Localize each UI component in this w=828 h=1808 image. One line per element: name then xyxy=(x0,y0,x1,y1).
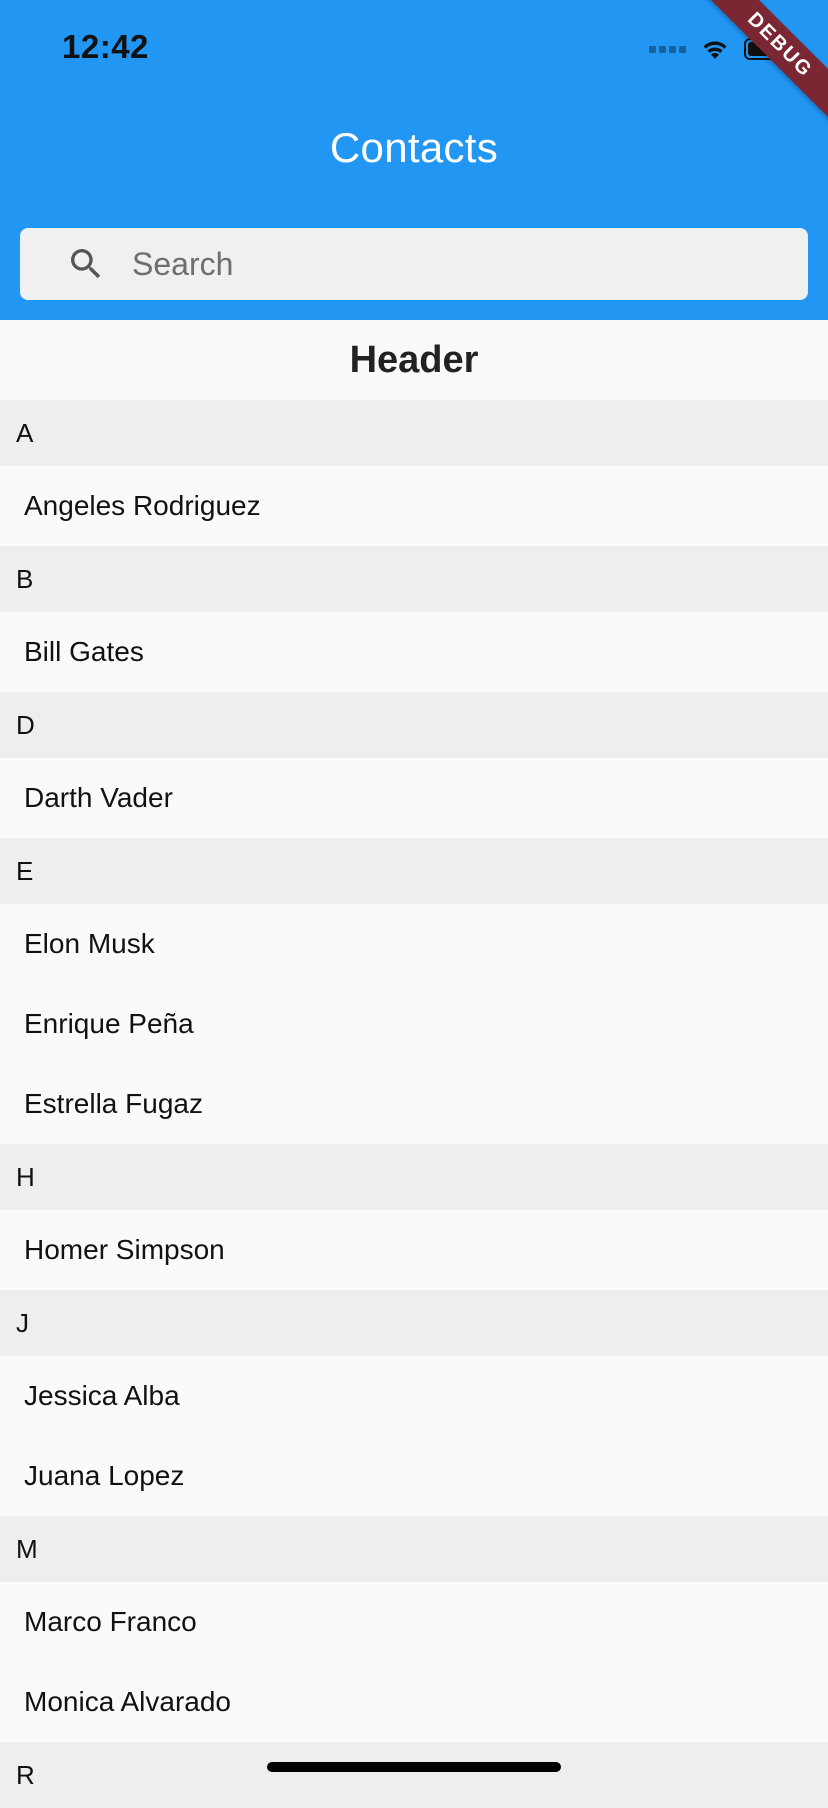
section-header-m: M xyxy=(0,1516,828,1582)
search-icon xyxy=(71,249,101,279)
search-bar[interactable] xyxy=(20,228,808,300)
debug-banner: DEBUG xyxy=(690,0,828,135)
contact-list-item[interactable]: Juana Lopez xyxy=(0,1436,828,1516)
contact-list[interactable]: Header A Angeles Rodriguez B Bill Gates D Dar… xyxy=(0,320,828,1808)
section-header-a: A xyxy=(0,400,828,466)
search-input[interactable] xyxy=(132,245,808,283)
section-header-d: D xyxy=(0,692,828,758)
section-header-j: J xyxy=(0,1290,828,1356)
contact-list-item[interactable]: Jessica Alba xyxy=(0,1356,828,1436)
contact-list-item[interactable]: Enrique Peña xyxy=(0,984,828,1064)
section-header-b: B xyxy=(0,546,828,612)
section-header-h: H xyxy=(0,1144,828,1210)
page-title: Contacts xyxy=(329,124,499,171)
section-header-r: R xyxy=(0,1742,828,1808)
status-time: 12:42 xyxy=(62,28,149,65)
contact-list-item[interactable]: Monica Alvarado xyxy=(0,1662,828,1742)
contact-list-item[interactable]: Angeles Rodriguez xyxy=(0,466,828,546)
home-indicator[interactable] xyxy=(267,1762,561,1772)
contact-list-item[interactable]: Darth Vader xyxy=(0,758,828,838)
section-header-e: E xyxy=(0,838,828,904)
list-header: Header xyxy=(0,320,828,400)
cellular-signal-icon xyxy=(649,45,686,53)
contact-list-item[interactable]: Bill Gates xyxy=(0,612,828,692)
contact-list-item[interactable]: Elon Musk xyxy=(0,904,828,984)
app-bar: 12:42 DEBUG Contacts xyxy=(0,0,828,320)
wifi-icon xyxy=(703,41,727,59)
contact-list-item[interactable]: Homer Simpson xyxy=(0,1210,828,1290)
contact-list-item[interactable]: Marco Franco xyxy=(0,1582,828,1662)
contact-list-item[interactable]: Estrella Fugaz xyxy=(0,1064,828,1144)
